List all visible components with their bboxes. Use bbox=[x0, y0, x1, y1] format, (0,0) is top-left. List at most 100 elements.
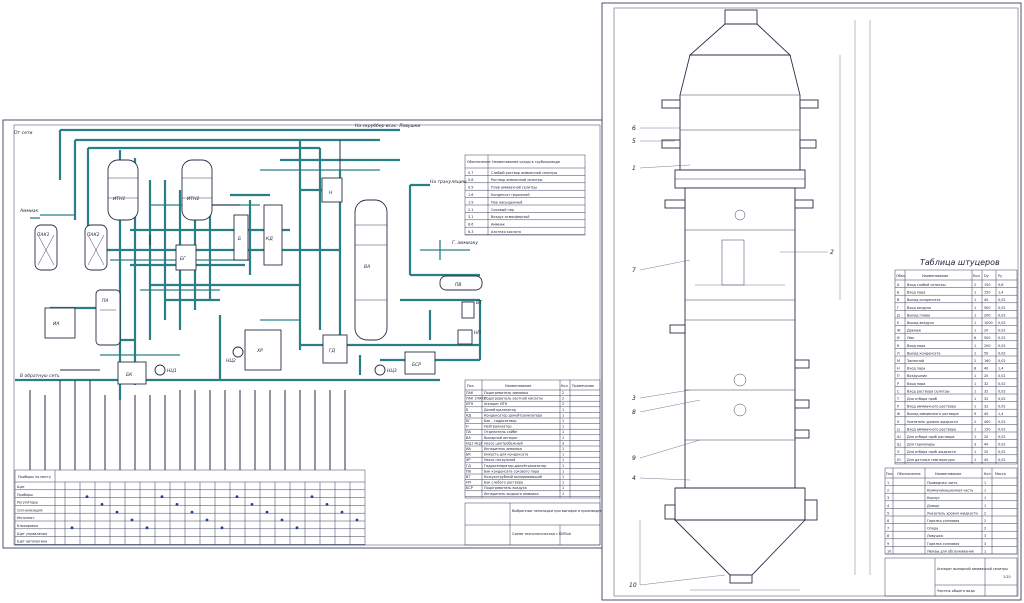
apparatus-title: Аппарат выпарной аммиачной селитры bbox=[937, 567, 1008, 571]
flows-row-cell: 1.6 bbox=[468, 193, 473, 197]
parts-row-cell: 1 bbox=[984, 549, 986, 553]
parts-row-cell: 6 bbox=[887, 519, 889, 523]
equipment-row-cell: 1 bbox=[562, 453, 564, 457]
nozzle-row-cell: 32 bbox=[984, 389, 988, 393]
panel-signal-dot bbox=[220, 526, 224, 530]
equipment-row-cell: ИТН bbox=[466, 402, 474, 406]
main-shell bbox=[684, 187, 796, 489]
equipment-row-cell: 3 bbox=[562, 441, 564, 445]
nozzle-row-cell: Вход аммиачного раствора bbox=[907, 405, 956, 409]
panel-signal-dot bbox=[130, 518, 134, 522]
parts-header-code: Обозначение bbox=[897, 472, 921, 476]
callout-9: 9 bbox=[632, 455, 636, 462]
nozzle-row-cell: 2 bbox=[974, 283, 976, 287]
nozzle-row-cell: Дренаж bbox=[907, 329, 921, 333]
panel-signal-dot bbox=[235, 495, 239, 498]
label-nc2: НЦ2 bbox=[226, 358, 236, 364]
equipment-row-cell: 1 bbox=[562, 464, 564, 468]
nozzle-row-cell: 1 bbox=[974, 291, 976, 295]
parts-row-cell: Горелка сопловая bbox=[927, 542, 959, 546]
nozzle-row-cell: Ю bbox=[897, 458, 901, 462]
nozzle-row-cell: Ж bbox=[897, 329, 901, 333]
label-pak1: ПАК1 bbox=[37, 232, 50, 238]
parts-header-mass: Масса bbox=[995, 472, 1006, 476]
nozzle-row-cell: Выход воздуха bbox=[907, 321, 934, 325]
panel-row-label: Щит автоматики bbox=[17, 540, 47, 544]
equipment-row-cell: Подогреватель азотной кислоты bbox=[484, 397, 543, 401]
nozzle-row-cell: 40 bbox=[984, 443, 988, 447]
label-nc3: НЦ3 bbox=[387, 368, 397, 374]
equipment-row-cell: ПА bbox=[466, 430, 472, 434]
flows-row-cell: Плав аммиачной селитры bbox=[491, 186, 537, 190]
nozzle-row-cell: 1 bbox=[974, 329, 976, 333]
panel-row-label: Регуляторы bbox=[17, 501, 38, 505]
nozzle-header-qty: Кол bbox=[973, 274, 980, 278]
panel-signal-dot bbox=[280, 518, 284, 522]
panel-signal-dot bbox=[250, 503, 254, 506]
label-kd: КД bbox=[266, 236, 273, 242]
nozzle-row-cell: Выход конденсата bbox=[907, 298, 941, 302]
nozzle-row-cell: 0,02 bbox=[998, 397, 1006, 401]
flows-row-cell: Пар насыщенный bbox=[491, 200, 522, 204]
callout-2: 2 bbox=[830, 249, 834, 256]
panel-signal-dot bbox=[355, 518, 359, 522]
equipment-row-cell: 1 bbox=[562, 408, 564, 412]
equipment-row-cell: Испаритель аммиака bbox=[484, 447, 522, 451]
flows-row-cell: Соковый пар bbox=[491, 208, 514, 212]
nozzle-row-cell: 1 bbox=[974, 405, 976, 409]
equipment-nc3 bbox=[374, 364, 386, 376]
equipment-row-cell: ГД bbox=[466, 464, 471, 468]
drawing-canvas: ПАК1 ПАК2 ИТН1 ИТН2 ПА ИА БК НЦ1 НЦ2 НЦ3… bbox=[2, 2, 1022, 601]
parts-row-cell: 1 bbox=[984, 496, 986, 500]
flows-row-cell: Азотная кислота bbox=[491, 230, 521, 234]
equipment-nc2 bbox=[232, 346, 244, 358]
equipment-row-cell: ИА bbox=[466, 447, 472, 451]
nozzle-row-cell: Вход пара bbox=[907, 382, 925, 386]
equipment-pak1 bbox=[34, 224, 58, 271]
nozzle-row-cell: 32 bbox=[984, 405, 988, 409]
callout-1: 1 bbox=[632, 165, 636, 172]
nozzle-row-cell: Для термопары bbox=[907, 443, 935, 447]
parts-row-cell: 3 bbox=[984, 542, 986, 546]
nozzle-row-cell: 6 bbox=[974, 336, 976, 340]
nozzle-row-cell: Указатель уровня жидкости bbox=[907, 420, 958, 424]
parts-row-cell: 1 bbox=[984, 504, 986, 508]
equipment-row-cell: 2 bbox=[562, 391, 564, 395]
label-pa: ПА bbox=[102, 298, 108, 304]
nozzle-row-cell: 0,02 bbox=[998, 405, 1006, 409]
nozzle-row-cell: Р bbox=[897, 382, 899, 386]
equipment-row-cell: Н bbox=[466, 425, 469, 429]
equipment-itn2 bbox=[181, 159, 213, 221]
nozzle-row-cell: 0,02 bbox=[998, 420, 1006, 424]
equipment-pak2 bbox=[84, 224, 108, 271]
parts-row-cell: Проводная часть bbox=[927, 481, 958, 485]
parts-row-cell: Указатель уровня жидкости bbox=[927, 511, 978, 515]
flows-row-cell: Конденсат парожний bbox=[491, 193, 530, 197]
parts-row-cell: 10 bbox=[887, 549, 891, 553]
parts-row-cell: Горелка сопловая bbox=[927, 519, 959, 523]
nozzle-row-cell: Вход аммиачного раствора bbox=[907, 427, 956, 431]
panel-signal-dot bbox=[205, 518, 209, 522]
nozzle-row-cell: 500 bbox=[984, 336, 990, 340]
flows-row-cell: Аммиак bbox=[491, 223, 505, 227]
equipment-row-cell: БК bbox=[466, 453, 471, 457]
panel-signal-dot bbox=[265, 510, 269, 514]
nozzle-row-cell: 0,02 bbox=[998, 298, 1006, 302]
nozzle-row-cell: Вход пара bbox=[907, 344, 925, 348]
parts-row-cell: 3 bbox=[984, 534, 986, 538]
panel-row-label: Приборы bbox=[17, 493, 33, 497]
nozzle-row-cell: 150 bbox=[984, 283, 990, 287]
equipment-row-cell: 1 bbox=[562, 413, 564, 417]
equipment-row-cell: Донейтрализатор bbox=[484, 408, 516, 412]
nozzle-row-cell: 1 bbox=[974, 321, 976, 325]
bottom-flange-section bbox=[674, 487, 806, 521]
nozzle-row-cell: Д bbox=[897, 313, 900, 317]
parts-row-cell: Коммуникационная часть bbox=[927, 489, 973, 493]
nozzle-row-cell: Для отбора проб жидкости bbox=[907, 450, 956, 454]
nozzle-row-cell: Выход конденсата bbox=[907, 351, 941, 355]
nozzle-row-cell: 50 bbox=[984, 351, 988, 355]
parts-row-cell: Ловушка bbox=[927, 534, 943, 538]
scheme-sheet: ПАК1 ПАК2 ИТН1 ИТН2 ПА ИА БК НЦ1 НЦ2 НЦ3… bbox=[2, 119, 644, 549]
nozzle-row-cell: Л bbox=[897, 351, 900, 355]
parts-row-cell: Люквы для обслуживания bbox=[927, 549, 974, 553]
